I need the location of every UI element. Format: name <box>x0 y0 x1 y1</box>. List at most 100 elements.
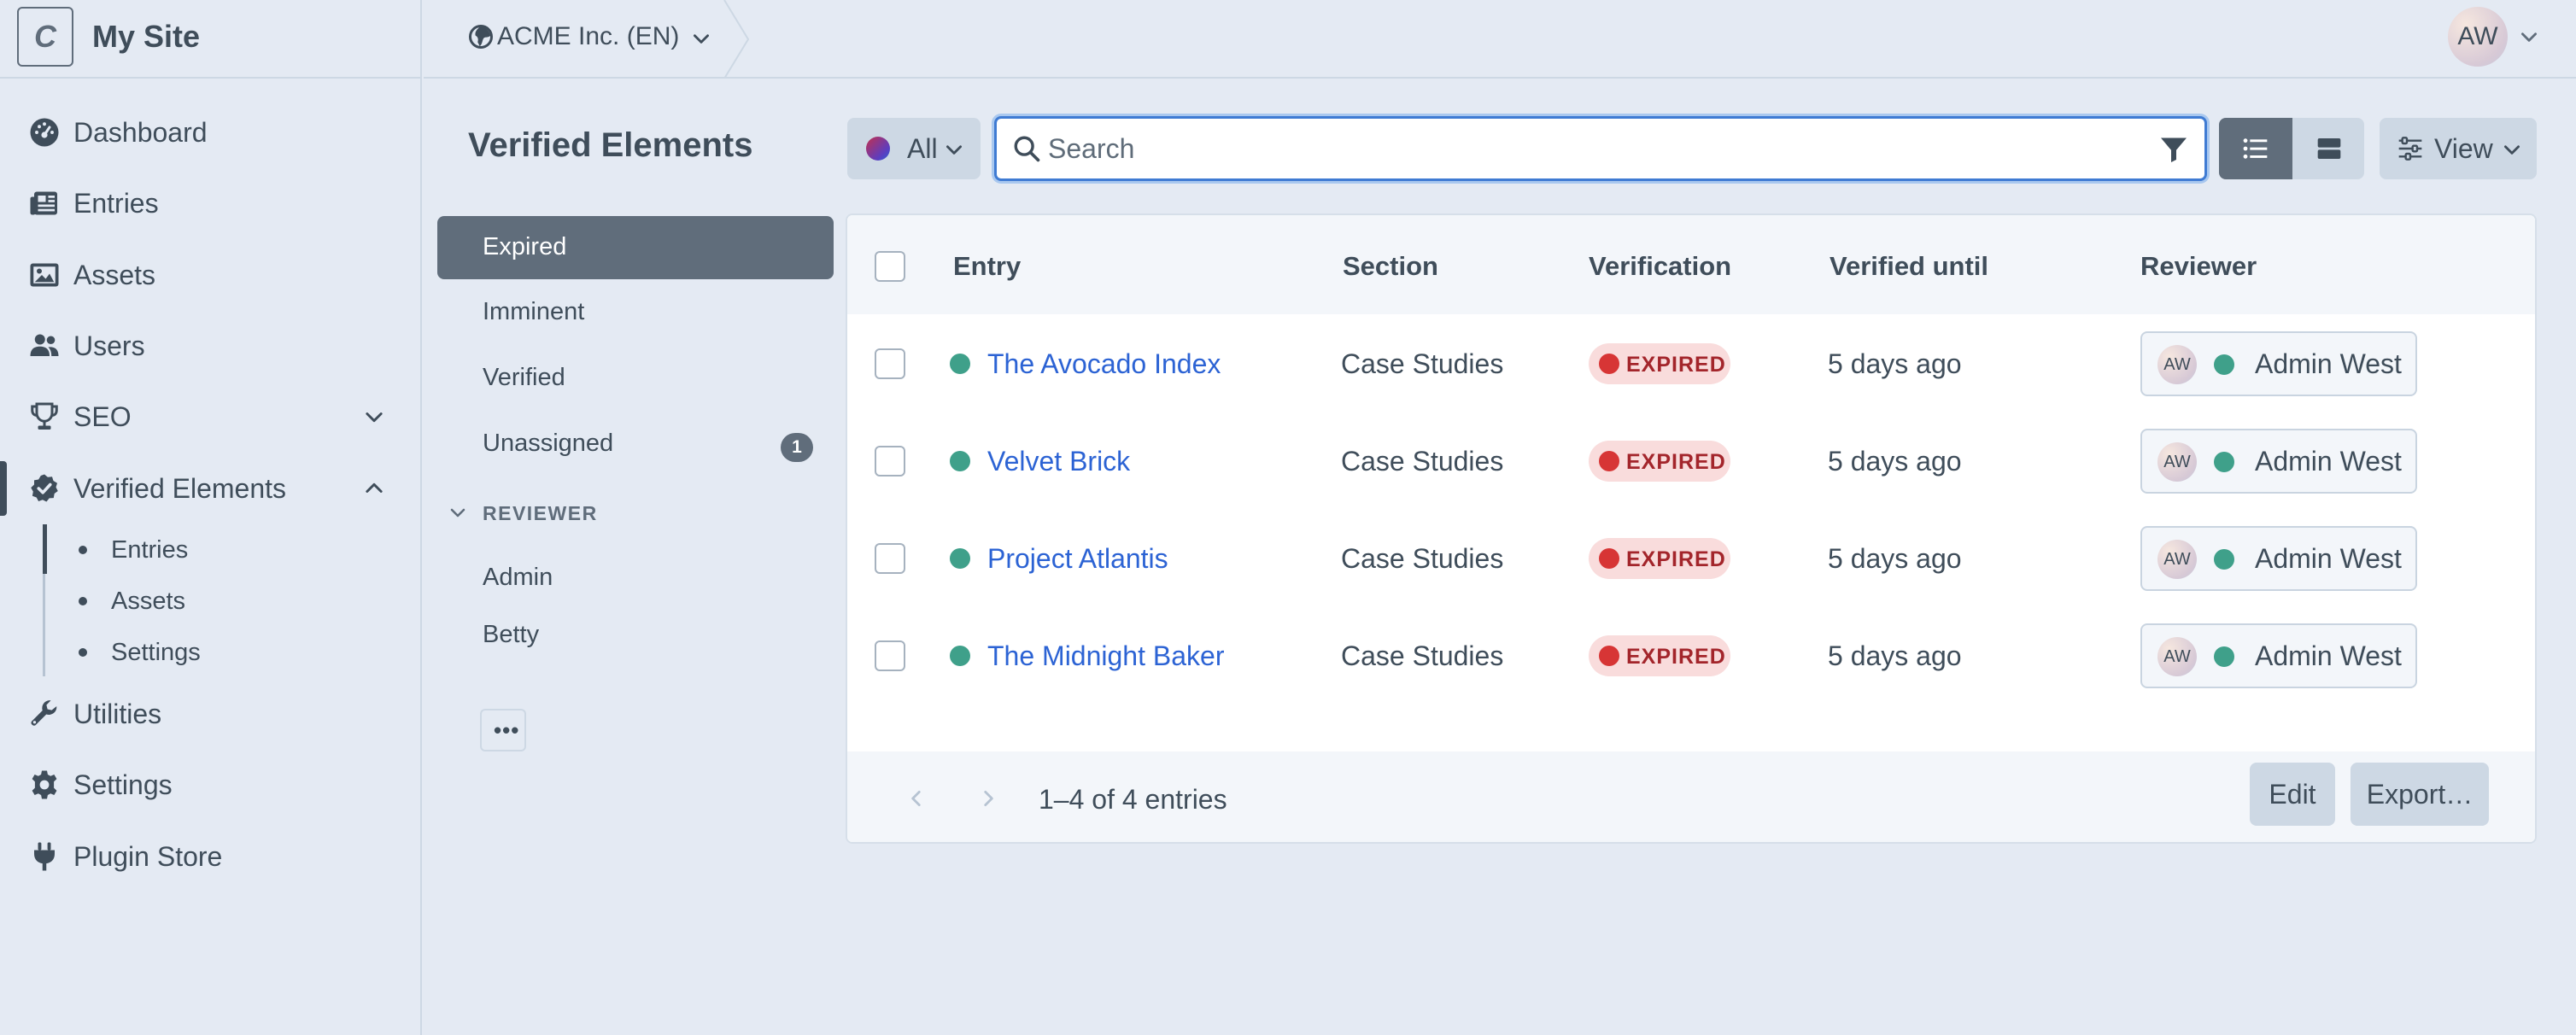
row-checkbox[interactable] <box>875 348 905 379</box>
site-switch-label: ACME Inc. (EN) <box>497 22 680 50</box>
subnav-item-entries[interactable]: Entries <box>0 526 422 574</box>
subnav-label: Entries <box>111 536 189 564</box>
entry-link[interactable]: Project Atlantis <box>987 543 1168 575</box>
avatar: AW <box>2157 540 2197 579</box>
status-badge: EXPIRED <box>1589 343 1730 384</box>
column-header-reviewer[interactable]: Reviewer <box>2140 251 2257 282</box>
source-reviewer-admin[interactable]: Admin <box>437 547 834 610</box>
row-checkbox[interactable] <box>875 446 905 477</box>
export-button[interactable]: Export… <box>2351 763 2489 826</box>
site-switcher[interactable]: ACME Inc. (EN) <box>424 0 750 79</box>
source-heading-label: REVIEWER <box>483 502 598 524</box>
search-input[interactable] <box>1048 129 2116 168</box>
page-title: Verified Elements <box>468 126 753 164</box>
source-expired[interactable]: Expired <box>437 216 834 279</box>
subnav-item-settings[interactable]: Settings <box>0 629 422 676</box>
reviewer-name: Admin West <box>2255 348 2402 379</box>
table-row[interactable]: Project Atlantis Case Studies EXPIRED 5 … <box>847 509 2535 606</box>
status-badge-label: EXPIRED <box>1626 353 1726 377</box>
source-imminent[interactable]: Imminent <box>437 281 834 344</box>
ellipsis-icon: ••• <box>494 717 520 743</box>
nav-label: Dashboard <box>73 116 208 148</box>
table-row[interactable]: Velvet Brick Case Studies EXPIRED 5 days… <box>847 412 2535 509</box>
row-checkbox[interactable] <box>875 640 905 671</box>
view-menu-button[interactable]: View <box>2380 118 2537 179</box>
source-reviewer-betty[interactable]: Betty <box>437 604 834 667</box>
view-mode-table-button[interactable] <box>2219 118 2292 179</box>
reviewer-chip[interactable]: AW Admin West <box>2140 623 2417 688</box>
bullet-icon <box>79 546 87 554</box>
column-header-verification[interactable]: Verification <box>1589 251 1731 282</box>
status-enabled-icon <box>2214 549 2234 570</box>
status-enabled-icon <box>950 354 970 374</box>
avatar: AW <box>2157 637 2197 676</box>
chevron-left-icon[interactable] <box>905 787 928 810</box>
status-enabled-icon <box>950 451 970 471</box>
entry-link[interactable]: The Avocado Index <box>987 348 1221 380</box>
subnav-label: Assets <box>111 588 186 615</box>
column-header-entry[interactable]: Entry <box>953 251 1021 282</box>
section-cell: Case Studies <box>1341 348 1504 379</box>
bullet-icon <box>79 648 87 657</box>
nav-item-dashboard[interactable]: Dashboard <box>0 102 422 162</box>
bullet-icon <box>79 597 87 605</box>
more-sources-button[interactable]: ••• <box>480 709 526 751</box>
site-logo[interactable]: C <box>17 7 73 67</box>
status-badge-label: EXPIRED <box>1626 645 1726 669</box>
source-label: Admin <box>483 564 553 591</box>
users-icon <box>30 334 59 356</box>
check-badge-icon <box>31 474 58 502</box>
nav-item-verified-elements[interactable]: Verified Elements <box>0 459 422 518</box>
entry-link[interactable]: Velvet Brick <box>987 446 1130 477</box>
view-mode-cards-button[interactable] <box>2292 118 2364 179</box>
chevron-down-icon <box>2504 145 2520 155</box>
source-unassigned[interactable]: Unassigned 1 <box>437 412 834 476</box>
chevron-down-icon <box>946 145 962 155</box>
global-sidebar: C My Site Dashboard Entries Assets Users… <box>0 0 422 1035</box>
nav-item-plugin-store[interactable]: Plugin Store <box>0 827 422 886</box>
site-filter-label: All <box>907 133 938 164</box>
search-icon <box>1014 136 1040 162</box>
entry-link[interactable]: The Midnight Baker <box>987 640 1224 672</box>
reviewer-chip[interactable]: AW Admin West <box>2140 526 2417 591</box>
nav-label: Entries <box>73 187 159 219</box>
nav-item-utilities[interactable]: Utilities <box>0 684 422 744</box>
table-row[interactable]: The Midnight Baker Case Studies EXPIRED … <box>847 606 2535 704</box>
user-menu[interactable]: AW <box>2448 7 2559 68</box>
site-name[interactable]: My Site <box>92 19 200 55</box>
gear-icon <box>32 770 57 799</box>
edit-button[interactable]: Edit <box>2250 763 2335 826</box>
plug-icon <box>34 842 55 871</box>
sliders-icon <box>2398 137 2422 161</box>
site-filter-button[interactable]: All <box>847 118 981 179</box>
reviewer-chip[interactable]: AW Admin West <box>2140 331 2417 396</box>
select-all-checkbox[interactable] <box>875 251 905 282</box>
source-label: Verified <box>483 364 565 391</box>
nav-item-assets[interactable]: Assets <box>0 245 422 305</box>
nav-item-entries[interactable]: Entries <box>0 173 422 233</box>
verified-until-cell: 5 days ago <box>1828 446 1962 477</box>
avatar: AW <box>2448 7 2508 67</box>
column-header-verified-until[interactable]: Verified until <box>1830 251 1988 282</box>
list-icon <box>2243 138 2268 159</box>
row-checkbox[interactable] <box>875 543 905 574</box>
nav-label: Utilities <box>73 698 162 729</box>
nav-label: Assets <box>73 259 156 290</box>
source-verified[interactable]: Verified <box>437 347 834 410</box>
nav-item-users[interactable]: Users <box>0 316 422 376</box>
filter-icon[interactable] <box>2158 134 2189 165</box>
nav-item-settings[interactable]: Settings <box>0 755 422 815</box>
source-label: Betty <box>483 621 540 648</box>
table-row[interactable]: The Avocado Index Case Studies EXPIRED 5… <box>847 314 2535 412</box>
reviewer-name: Admin West <box>2255 543 2402 574</box>
chevron-down-icon[interactable] <box>362 405 386 429</box>
column-header-section[interactable]: Section <box>1343 251 1438 282</box>
subnav-item-assets[interactable]: Assets <box>0 577 422 625</box>
reviewer-chip[interactable]: AW Admin West <box>2140 429 2417 494</box>
chevron-right-icon[interactable] <box>977 787 999 810</box>
nav-item-seo[interactable]: SEO <box>0 387 422 447</box>
chevron-up-icon[interactable] <box>362 477 386 500</box>
breadcrumb-divider <box>723 0 750 79</box>
source-heading-reviewer[interactable]: REVIEWER <box>437 500 834 526</box>
nav-label: Verified Elements <box>73 472 287 504</box>
